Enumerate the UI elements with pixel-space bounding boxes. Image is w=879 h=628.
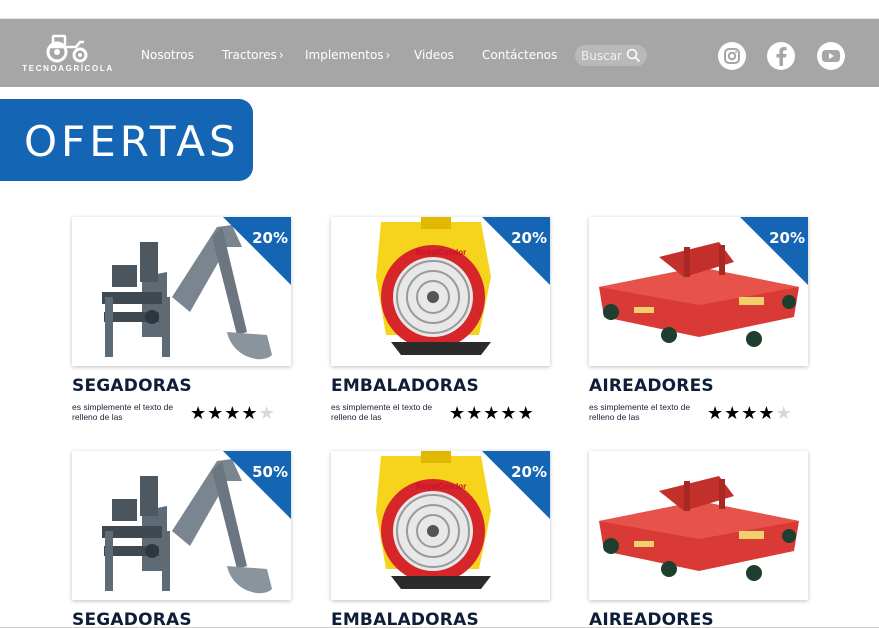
nav-videos[interactable]: Videos: [414, 48, 454, 62]
mower-image: [589, 451, 808, 600]
nav-label: Implementos: [305, 48, 384, 62]
star-icon: ★: [224, 403, 242, 423]
nav-label: Contáctenos: [482, 48, 558, 62]
discount-label: 20%: [511, 463, 547, 481]
star-icon: ★: [207, 403, 225, 423]
nav-contactenos[interactable]: Contáctenos: [482, 48, 557, 62]
star-icon: ★: [466, 403, 484, 423]
search-box[interactable]: [575, 45, 647, 66]
discount-badge: 20%: [740, 217, 808, 285]
star-icon: ★: [449, 403, 467, 423]
product-title[interactable]: AIREADORES: [589, 610, 714, 628]
star-icon: ★: [517, 403, 535, 423]
logo-text: TECNOAGRÍCOLA: [22, 64, 114, 73]
facebook-icon[interactable]: [767, 42, 795, 70]
rating-stars: ★★★★★: [707, 403, 793, 424]
product-title[interactable]: EMBALADORAS: [331, 610, 479, 628]
nav-implementos[interactable]: Implementos ›: [305, 48, 390, 62]
search-icon[interactable]: [626, 48, 641, 63]
discount-badge: 20%: [223, 217, 291, 285]
product-card-aireadores[interactable]: 20%: [589, 217, 808, 366]
product-description: es simplemente el texto de relleno de la…: [331, 402, 433, 422]
discount-badge: 20%: [482, 451, 550, 519]
logo[interactable]: TECNOAGRÍCOLA: [20, 33, 116, 77]
nav-tractores[interactable]: Tractores ›: [222, 48, 284, 62]
product-title[interactable]: SEGADORAS: [72, 610, 192, 628]
nav-nosotros[interactable]: Nosotros: [141, 48, 194, 62]
navbar: TECNOAGRÍCOLA Nosotros Tractores › Implem…: [0, 19, 879, 87]
star-icon: ★: [483, 403, 501, 423]
star-icon: ★: [741, 403, 759, 423]
product-card-aireadores[interactable]: [589, 451, 808, 600]
discount-badge: 20%: [482, 217, 550, 285]
youtube-icon[interactable]: [817, 42, 845, 70]
discount-label: 20%: [252, 229, 288, 247]
nav-label: Tractores: [222, 48, 277, 62]
tractor-icon: [46, 34, 88, 63]
star-icon: ★: [724, 403, 742, 423]
section-title: OFERTAS: [24, 117, 240, 166]
nav-label: Nosotros: [141, 48, 194, 62]
discount-label: 20%: [511, 229, 547, 247]
product-title[interactable]: SEGADORAS: [72, 376, 192, 396]
star-icon: ★: [258, 403, 276, 423]
search-input[interactable]: [581, 47, 631, 64]
star-icon: ★: [241, 403, 259, 423]
chevron-right-icon: ›: [278, 48, 284, 62]
star-icon: ★: [758, 403, 776, 423]
product-card-embaladoras[interactable]: 20%: [331, 451, 550, 600]
top-bar: [0, 0, 879, 19]
rating-stars: ★★★★★: [190, 403, 276, 424]
product-card-segadoras[interactable]: 50%: [72, 451, 291, 600]
chevron-right-icon: ›: [385, 48, 391, 62]
discount-label: 20%: [769, 229, 805, 247]
product-title[interactable]: AIREADORES: [589, 376, 714, 396]
product-title[interactable]: EMBALADORAS: [331, 376, 479, 396]
product-description: es simplemente el texto de relleno de la…: [589, 402, 691, 422]
star-icon: ★: [775, 403, 793, 423]
discount-label: 50%: [252, 463, 288, 481]
product-card-segadoras[interactable]: 20%: [72, 217, 291, 366]
product-description: es simplemente el texto de relleno de la…: [72, 402, 174, 422]
rating-stars: ★★★★★: [449, 403, 535, 424]
star-icon: ★: [500, 403, 518, 423]
star-icon: ★: [707, 403, 725, 423]
nav-label: Videos: [414, 48, 454, 62]
discount-badge: 50%: [223, 451, 291, 519]
instagram-icon[interactable]: [718, 42, 746, 70]
star-icon: ★: [190, 403, 208, 423]
product-card-embaladoras[interactable]: 20%: [331, 217, 550, 366]
section-title-tab: OFERTAS: [0, 99, 253, 181]
